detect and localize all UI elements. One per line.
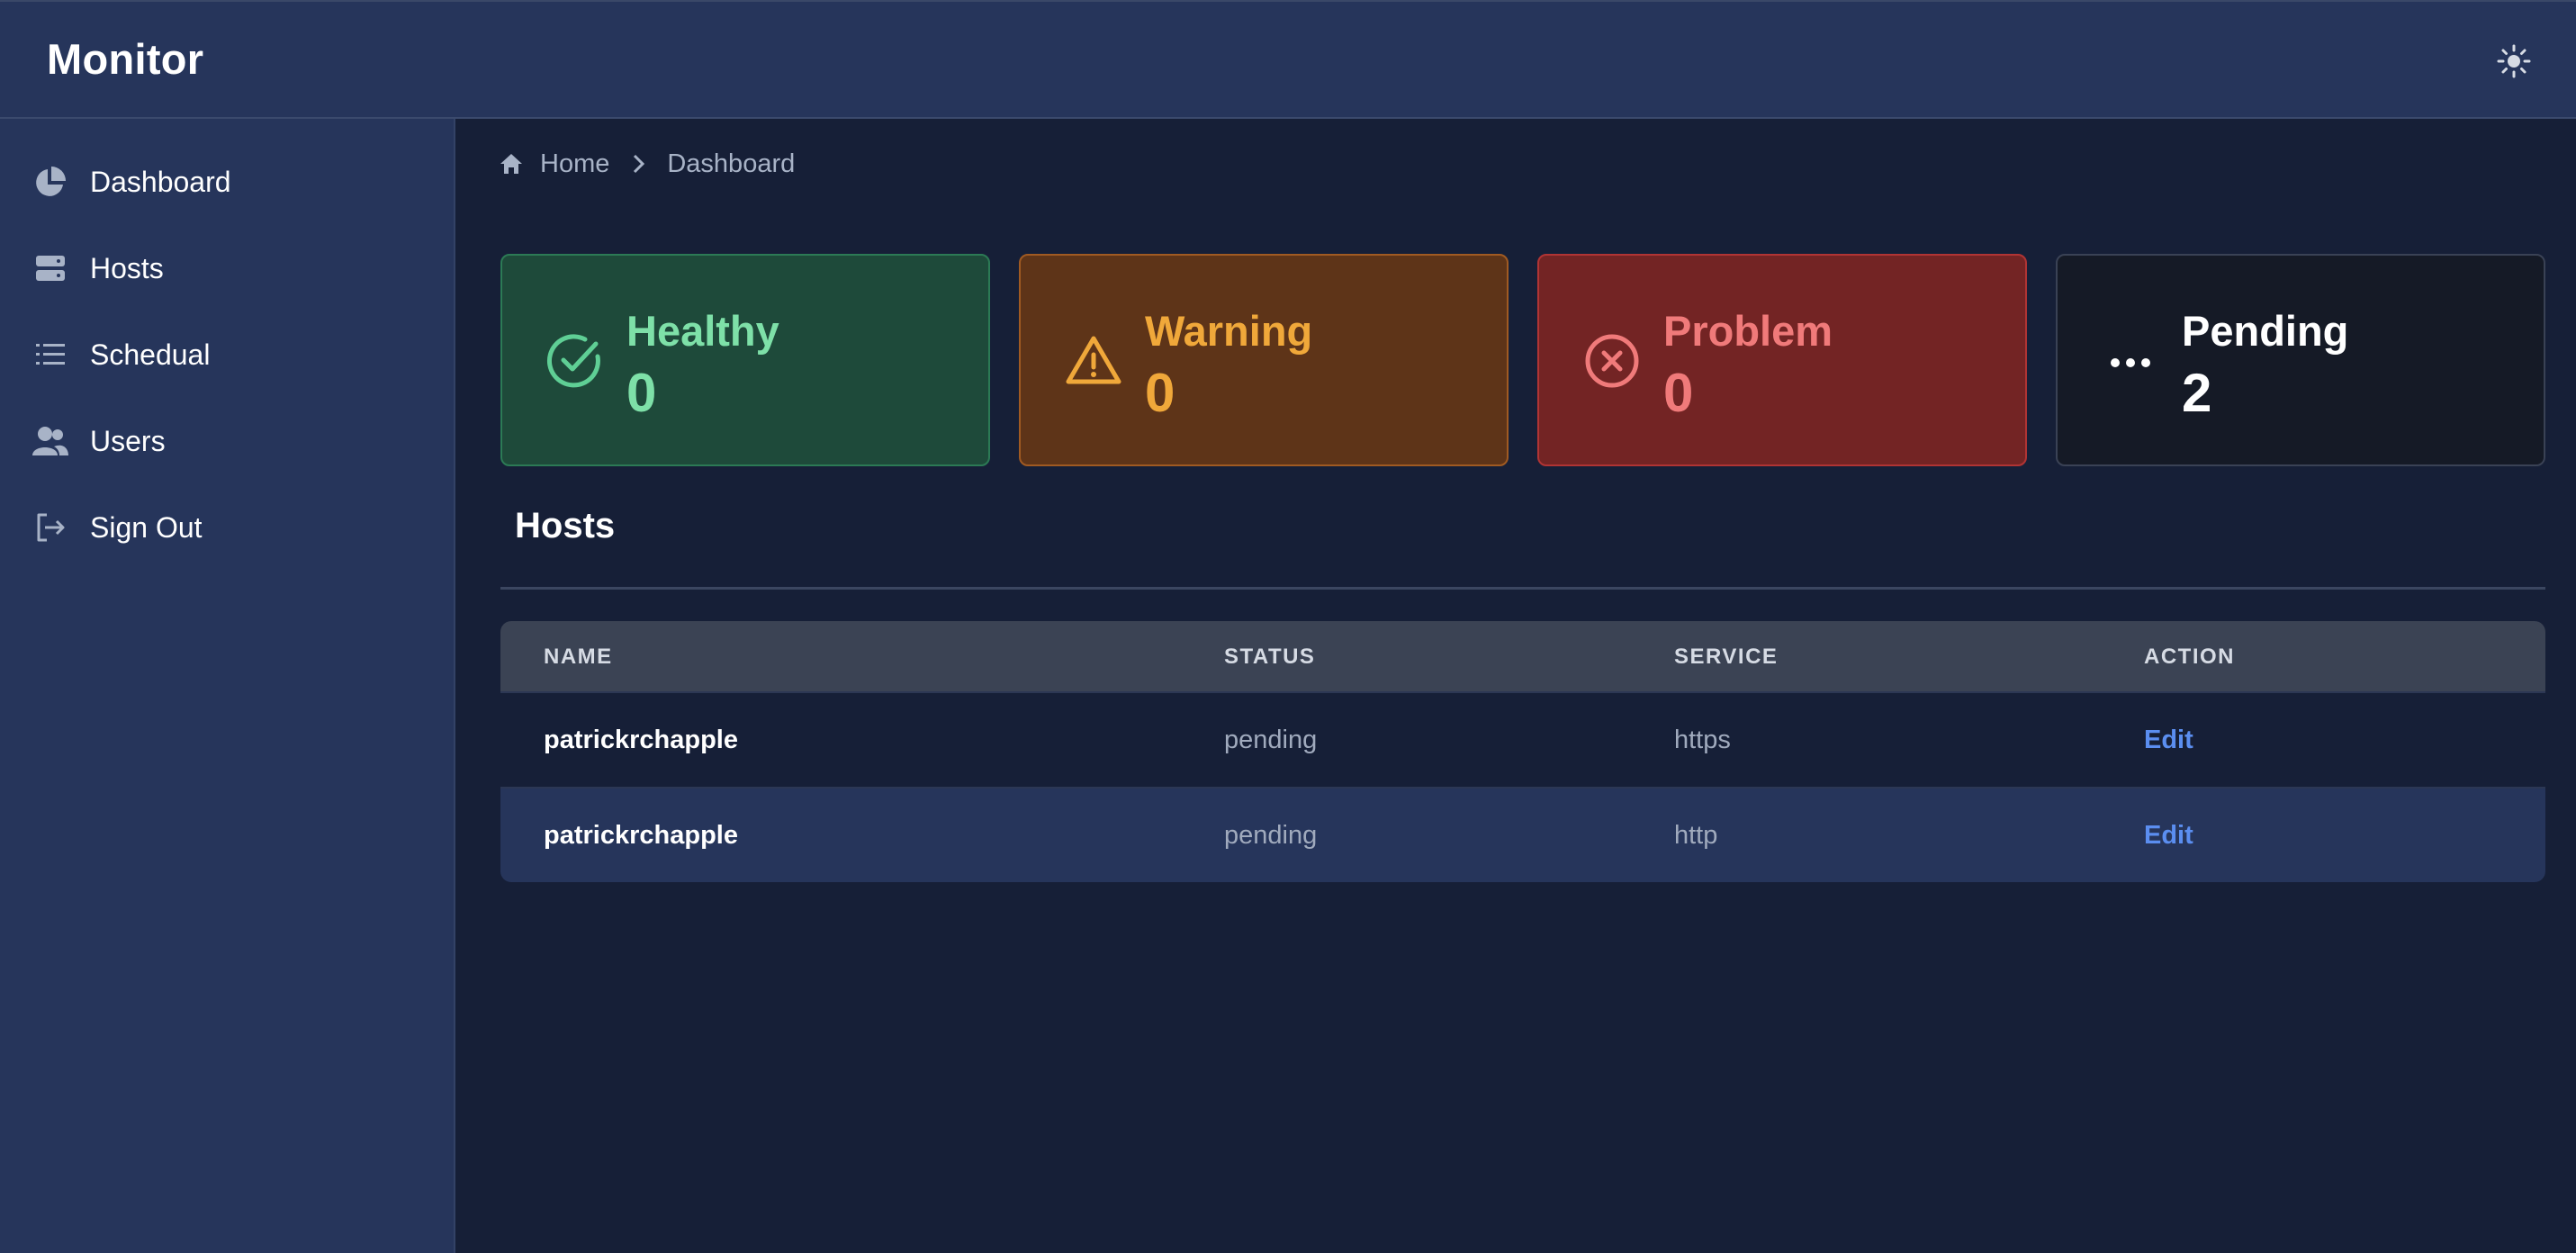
top-bar: Monitor (0, 0, 2576, 119)
host-status: pending (1224, 821, 1318, 850)
sidebar-item-label: Hosts (90, 251, 164, 284)
section-divider (500, 587, 2545, 590)
stat-label: Warning (1145, 307, 1313, 355)
users-icon (32, 423, 68, 459)
warning-triangle-icon (1066, 336, 1121, 384)
sidebar-item-users[interactable]: Users (0, 405, 454, 477)
column-header-action[interactable]: ACTION (2144, 645, 2235, 670)
sidebar-item-label: Users (90, 424, 166, 457)
host-status: pending (1224, 726, 1318, 754)
column-header-name[interactable]: NAME (544, 645, 613, 670)
stat-value: 0 (1145, 363, 1175, 423)
stat-card-pending: Pending 2 (2056, 254, 2545, 466)
host-service: https (1674, 726, 1731, 754)
theme-toggle-button[interactable] (2496, 43, 2532, 79)
table-row: patrickrchapple pending https Edit (500, 691, 2545, 787)
sidebar-item-label: Schedual (90, 338, 211, 371)
list-icon (32, 337, 68, 373)
check-circle-icon (546, 334, 600, 388)
edit-link[interactable]: Edit (2144, 726, 2193, 755)
hosts-section-title: Hosts (515, 506, 616, 545)
table-row: patrickrchapple pending http Edit (500, 787, 2545, 882)
sun-icon (2497, 44, 2531, 78)
column-header-service[interactable]: SERVICE (1674, 645, 1778, 670)
sidebar: Dashboard Hosts Schedual Users Sign Out (0, 119, 455, 1253)
sign-out-icon (32, 509, 68, 545)
server-icon (32, 250, 68, 286)
stat-value: 0 (626, 363, 657, 423)
table-header: NAME STATUS SERVICE ACTION (500, 621, 2545, 693)
sidebar-item-sign-out[interactable]: Sign Out (0, 491, 454, 563)
sidebar-item-hosts[interactable]: Hosts (0, 232, 454, 304)
app-title: Monitor (47, 35, 204, 83)
host-name: patrickrchapple (544, 821, 738, 850)
sidebar-item-schedual[interactable]: Schedual (0, 319, 454, 391)
host-service: http (1674, 821, 1718, 850)
stat-card-problem: Problem 0 (1537, 254, 2027, 466)
stat-value: 0 (1663, 363, 1694, 423)
host-name: patrickrchapple (544, 726, 738, 754)
edit-link[interactable]: Edit (2144, 821, 2193, 851)
x-circle-icon (1585, 334, 1639, 388)
stat-value: 2 (2182, 363, 2212, 423)
column-header-status[interactable]: STATUS (1224, 645, 1315, 670)
stat-card-healthy: Healthy 0 (500, 254, 990, 466)
home-icon[interactable] (499, 151, 524, 176)
stat-card-warning: Warning 0 (1019, 254, 1509, 466)
breadcrumb-home-link[interactable]: Home (540, 149, 609, 179)
stat-label: Pending (2182, 307, 2349, 355)
breadcrumb-current: Dashboard (667, 149, 796, 178)
chevron-right-icon (627, 151, 649, 176)
breadcrumb: Home Dashboard (499, 144, 795, 184)
ellipsis-icon (2111, 358, 2150, 367)
sidebar-item-label: Sign Out (90, 510, 203, 544)
stat-label: Healthy (626, 307, 779, 355)
pie-chart-icon (32, 164, 68, 200)
hosts-table: NAME STATUS SERVICE ACTION patrickrchapp… (500, 621, 2545, 882)
stat-label: Problem (1663, 307, 1833, 355)
sidebar-item-label: Dashboard (90, 165, 231, 198)
sidebar-item-dashboard[interactable]: Dashboard (0, 146, 454, 218)
